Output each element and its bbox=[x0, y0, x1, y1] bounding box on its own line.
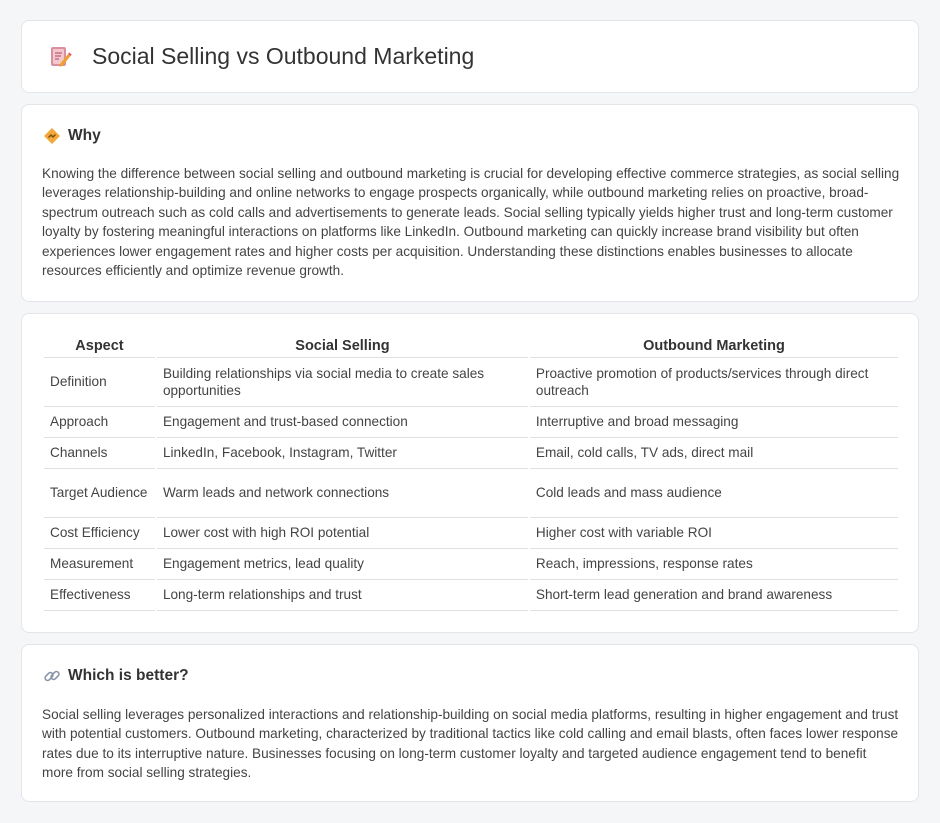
diamond-sign-icon bbox=[43, 127, 61, 145]
which-is-better-section: Which is better? Social selling leverage… bbox=[21, 644, 919, 802]
comparison-section: Aspect Social Selling Outbound Marketing… bbox=[21, 313, 919, 633]
cell-outbound-marketing: Reach, impressions, response rates bbox=[529, 549, 898, 580]
better-heading: Which is better? bbox=[68, 667, 189, 684]
cell-social-selling: Engagement metrics, lead quality bbox=[156, 549, 528, 580]
why-section: Why Knowing the difference between socia… bbox=[21, 104, 919, 302]
cell-aspect: Measurement bbox=[44, 549, 155, 580]
link-icon bbox=[43, 667, 61, 685]
cell-aspect: Approach bbox=[44, 407, 155, 438]
why-heading-row: Why bbox=[43, 127, 101, 145]
table-row: Approach Engagement and trust-based conn… bbox=[44, 407, 898, 438]
table-row: Target Audience Warm leads and network c… bbox=[44, 469, 898, 518]
cell-aspect: Effectiveness bbox=[44, 580, 155, 611]
document-edit-icon bbox=[48, 45, 72, 69]
table-row: Effectiveness Long-term relationships an… bbox=[44, 580, 898, 611]
why-paragraph: Knowing the difference between social se… bbox=[42, 166, 900, 279]
cell-outbound-marketing: Interruptive and broad messaging bbox=[529, 407, 898, 438]
table-header-row: Aspect Social Selling Outbound Marketing bbox=[44, 335, 898, 358]
page-title: Social Selling vs Outbound Marketing bbox=[92, 43, 475, 69]
cell-social-selling: Lower cost with high ROI potential bbox=[156, 518, 528, 549]
header-outbound-marketing: Outbound Marketing bbox=[529, 335, 898, 358]
table-row: Channels LinkedIn, Facebook, Instagram, … bbox=[44, 438, 898, 469]
cell-outbound-marketing: Proactive promotion of products/services… bbox=[529, 358, 898, 407]
cell-social-selling: LinkedIn, Facebook, Instagram, Twitter bbox=[156, 438, 528, 469]
why-heading: Why bbox=[68, 127, 101, 144]
cell-social-selling: Long-term relationships and trust bbox=[156, 580, 528, 611]
header-social-selling: Social Selling bbox=[156, 335, 528, 358]
cell-aspect: Target Audience bbox=[44, 469, 155, 518]
cell-aspect: Channels bbox=[44, 438, 155, 469]
cell-aspect: Cost Efficiency bbox=[44, 518, 155, 549]
cell-social-selling: Engagement and trust-based connection bbox=[156, 407, 528, 438]
better-paragraph: Social selling leverages personalized in… bbox=[42, 707, 899, 781]
cell-outbound-marketing: Short-term lead generation and brand awa… bbox=[529, 580, 898, 611]
title-card: Social Selling vs Outbound Marketing bbox=[21, 20, 919, 93]
better-heading-row: Which is better? bbox=[43, 667, 189, 685]
header-aspect: Aspect bbox=[44, 335, 155, 358]
table-row: Definition Building relationships via so… bbox=[44, 358, 898, 407]
cell-social-selling: Building relationships via social media … bbox=[156, 358, 528, 407]
comparison-table: Aspect Social Selling Outbound Marketing… bbox=[42, 335, 900, 611]
cell-outbound-marketing: Email, cold calls, TV ads, direct mail bbox=[529, 438, 898, 469]
table-row: Cost Efficiency Lower cost with high ROI… bbox=[44, 518, 898, 549]
cell-outbound-marketing: Cold leads and mass audience bbox=[529, 469, 898, 518]
table-row: Measurement Engagement metrics, lead qua… bbox=[44, 549, 898, 580]
cell-aspect: Definition bbox=[44, 358, 155, 407]
cell-social-selling: Warm leads and network connections bbox=[156, 469, 528, 518]
cell-outbound-marketing: Higher cost with variable ROI bbox=[529, 518, 898, 549]
